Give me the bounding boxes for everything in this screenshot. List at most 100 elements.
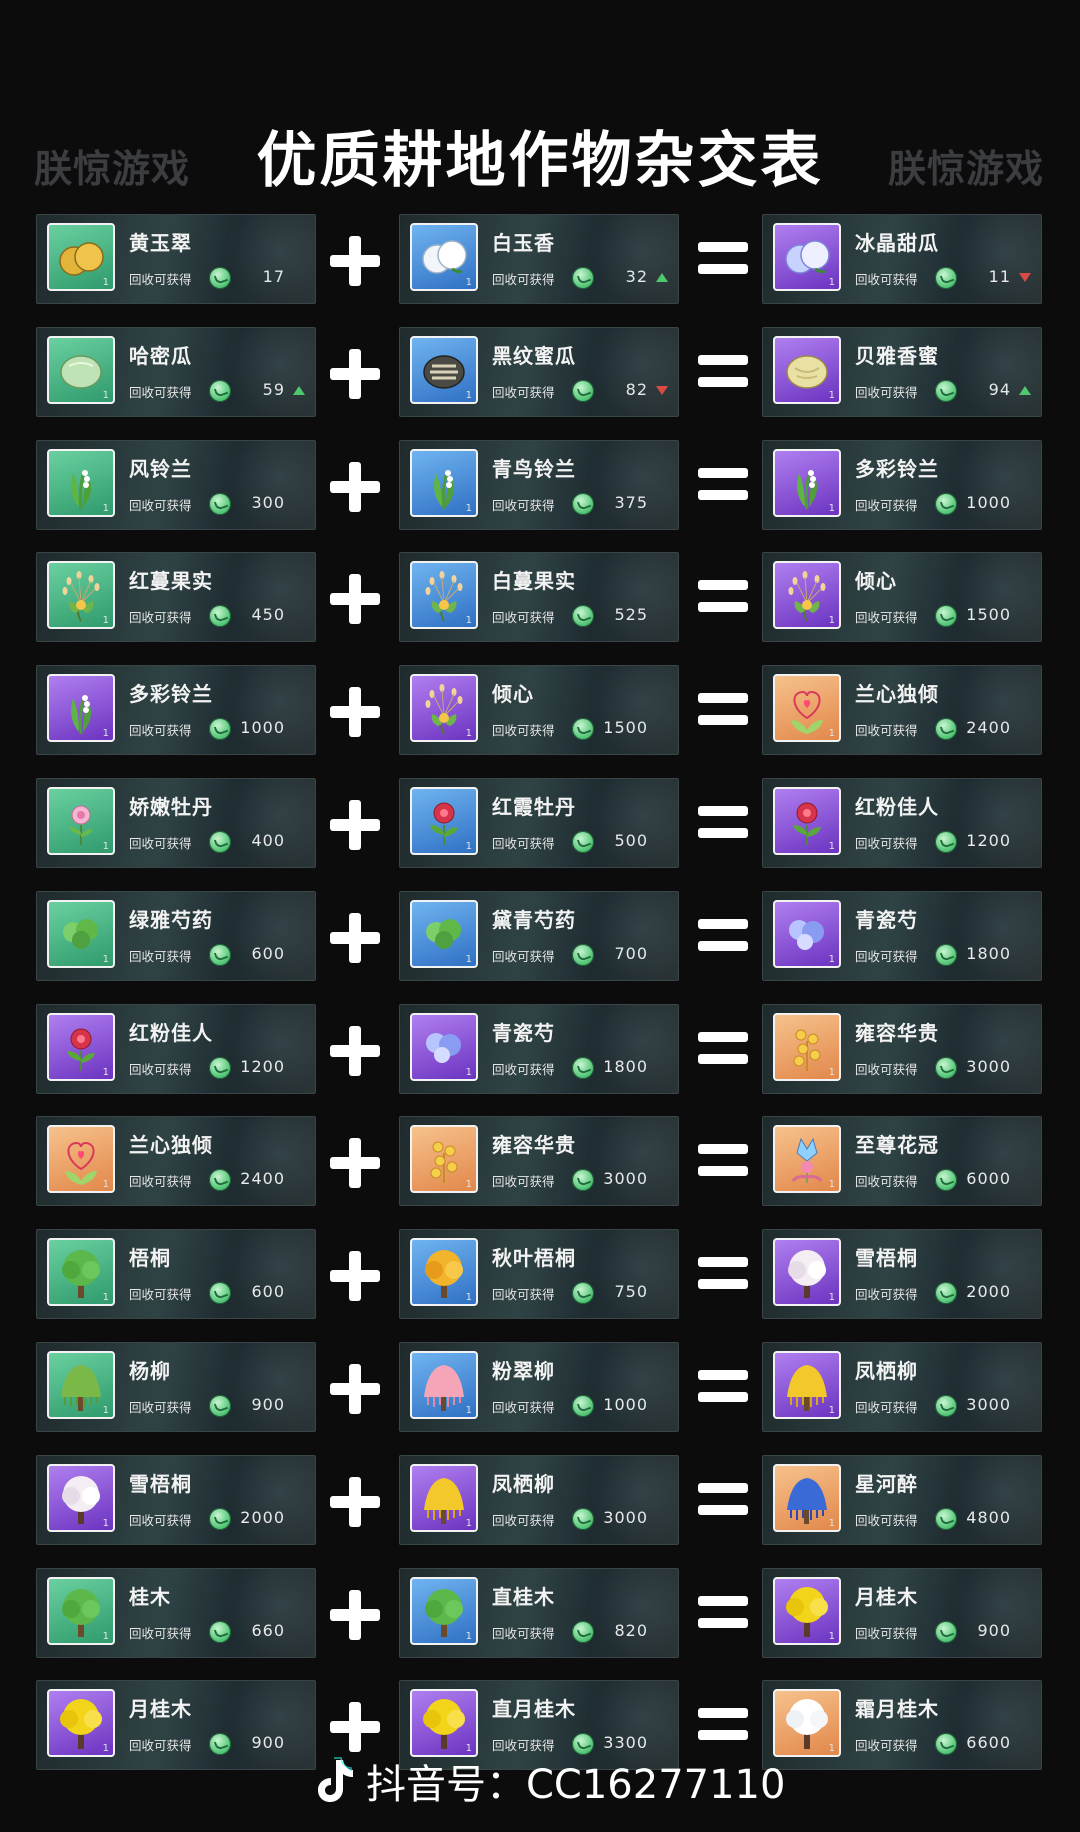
crop-card[interactable]: 1 冰晶甜瓜 回收可获得 11 [762,214,1042,304]
reward-label: 回收可获得 [129,1399,192,1415]
equals-icon [682,1122,762,1202]
crop-card[interactable]: 1 月桂木 回收可获得 900 [36,1680,316,1771]
crop-card[interactable]: 1 雪梧桐 回收可获得 2000 [762,1229,1042,1320]
reward-label: 回收可获得 [492,497,555,513]
crop-card[interactable]: 1 黛青芍药 回收可获得 700 [399,890,679,981]
crop-thumbnail: 1 [47,786,115,855]
crop-card[interactable]: 1 倾心 回收可获得 1500 [762,552,1042,643]
crop-thumbnail: 1 [773,223,841,291]
crossbreed-row: 1 雪梧桐 回收可获得 2000 1 凤栖柳 回收可获得 3000 1 星河醉 回收可获得 4800 [0,1454,1080,1545]
reward-label: 回收可获得 [855,384,918,400]
level-badge: 1 [828,1292,835,1304]
crop-name: 红霞牡丹 [492,794,576,819]
crop-card[interactable]: 1 桂木 回收可获得 660 [36,1567,316,1658]
crop-card[interactable]: 1 直桂木 回收可获得 820 [399,1567,679,1658]
crop-name: 倾心 [492,682,534,707]
coin-icon [209,1394,231,1417]
crop-name: 哈密瓜 [129,343,192,368]
level-badge: 1 [102,1404,109,1416]
crop-card[interactable]: 1 红粉佳人 回收可获得 1200 [36,1003,316,1094]
coin-icon [572,1282,594,1305]
equals-icon [682,333,762,413]
coin-icon [935,379,957,402]
level-badge: 1 [465,277,472,288]
crop-card[interactable]: 1 秋叶梧桐 回收可获得 750 [399,1229,679,1320]
crop-thumbnail: 1 [773,1012,841,1081]
crop-card[interactable]: 1 红霞牡丹 回收可获得 500 [399,777,679,868]
crop-card[interactable]: 1 娇嫩牡丹 回收可获得 400 [36,777,316,868]
reward-label: 回收可获得 [129,1061,192,1077]
crop-card[interactable]: 1 粉翠柳 回收可获得 1000 [399,1341,679,1432]
plus-icon [316,897,396,977]
reward-value: 525 [614,605,648,625]
crop-card[interactable]: 1 贝雅香蜜 回收可获得 94 [762,326,1042,417]
watermark-right: 朕惊游戏 [888,147,1045,191]
crop-card[interactable]: 1 红蔓果实 回收可获得 450 [36,552,316,643]
crop-card[interactable]: 1 杨柳 回收可获得 900 [36,1341,316,1432]
level-badge: 1 [465,615,472,627]
trend-down-icon [656,385,668,395]
crop-card[interactable]: 1 雍容华贵 回收可获得 3000 [762,1003,1042,1094]
coin-icon [935,267,957,289]
crop-thumbnail: 1 [410,561,478,630]
crop-card[interactable]: 1 红粉佳人 回收可获得 1200 [762,777,1042,868]
crop-card[interactable]: 1 至尊花冠 回收可获得 6000 [762,1116,1042,1207]
reward-value: 1000 [603,1394,648,1414]
level-badge: 1 [828,615,835,627]
coin-icon [209,1733,231,1756]
level-badge: 1 [465,1404,472,1416]
level-badge: 1 [828,953,835,965]
crop-thumbnail: 1 [47,899,115,968]
crop-thumbnail: 1 [47,1463,115,1532]
reward-label: 回收可获得 [855,1738,918,1754]
crop-card[interactable]: 1 风铃兰 回收可获得 300 [36,439,316,530]
crop-card[interactable]: 1 兰心独倾 回收可获得 2400 [36,1116,316,1207]
crop-card[interactable]: 1 白玉香 回收可获得 32 [399,214,679,304]
level-badge: 1 [465,389,472,401]
crop-card[interactable]: 1 梧桐 回收可获得 600 [36,1229,316,1320]
crop-card[interactable]: 1 雪梧桐 回收可获得 2000 [36,1454,316,1545]
level-badge: 1 [102,1292,109,1304]
crop-card[interactable]: 1 黄玉翠 回收可获得 17 [36,214,316,304]
crop-name: 红蔓果实 [129,569,213,594]
crop-card[interactable]: 1 青鸟铃兰 回收可获得 375 [399,439,679,530]
reward-label: 回收可获得 [129,835,192,851]
crop-card[interactable]: 1 倾心 回收可获得 1500 [399,665,679,756]
crop-card[interactable]: 1 雍容华贵 回收可获得 3000 [399,1116,679,1207]
crop-thumbnail: 1 [47,1238,115,1307]
crop-thumbnail: 1 [47,1012,115,1081]
crop-thumbnail: 1 [410,674,478,743]
crop-card[interactable]: 1 凤栖柳 回收可获得 3000 [762,1341,1042,1432]
reward-value: 660 [251,1620,285,1640]
crop-card[interactable]: 1 多彩铃兰 回收可获得 1000 [762,439,1042,530]
level-badge: 1 [102,1743,109,1755]
crop-thumbnail: 1 [410,1012,478,1081]
crop-name: 梧桐 [129,1246,171,1271]
crop-card[interactable]: 1 绿雅芍药 回收可获得 600 [36,890,316,981]
crop-card[interactable]: 1 青瓷芍 回收可获得 1800 [762,890,1042,981]
reward-label: 回收可获得 [129,723,192,739]
crop-card[interactable]: 1 哈密瓜 回收可获得 59 [36,326,316,417]
crop-card[interactable]: 1 青瓷芍 回收可获得 1800 [399,1003,679,1094]
plus-icon [316,446,396,526]
crop-name: 多彩铃兰 [129,682,213,707]
reward-value: 900 [251,1733,285,1753]
reward-value: 3000 [603,1507,648,1527]
reward-label: 回收可获得 [129,1625,192,1641]
reward-value: 4800 [966,1507,1011,1527]
crop-name: 黛青芍药 [492,907,576,932]
plus-icon [316,1348,396,1428]
crop-card[interactable]: 1 黑纹蜜瓜 回收可获得 82 [399,326,679,417]
reward-label: 回收可获得 [129,1512,192,1528]
crop-card[interactable]: 1 兰心独倾 回收可获得 2400 [762,665,1042,756]
reward-value: 1800 [966,943,1011,963]
coin-icon [209,718,231,741]
crop-card[interactable]: 1 星河醉 回收可获得 4800 [762,1454,1042,1545]
crop-card[interactable]: 1 月桂木 回收可获得 900 [762,1567,1042,1658]
reward-label: 回收可获得 [855,497,918,513]
crop-name: 倾心 [855,569,897,594]
crop-thumbnail: 1 [773,335,841,404]
crop-card[interactable]: 1 多彩铃兰 回收可获得 1000 [36,665,316,756]
crop-card[interactable]: 1 凤栖柳 回收可获得 3000 [399,1454,679,1545]
crop-card[interactable]: 1 白蔓果实 回收可获得 525 [399,552,679,643]
